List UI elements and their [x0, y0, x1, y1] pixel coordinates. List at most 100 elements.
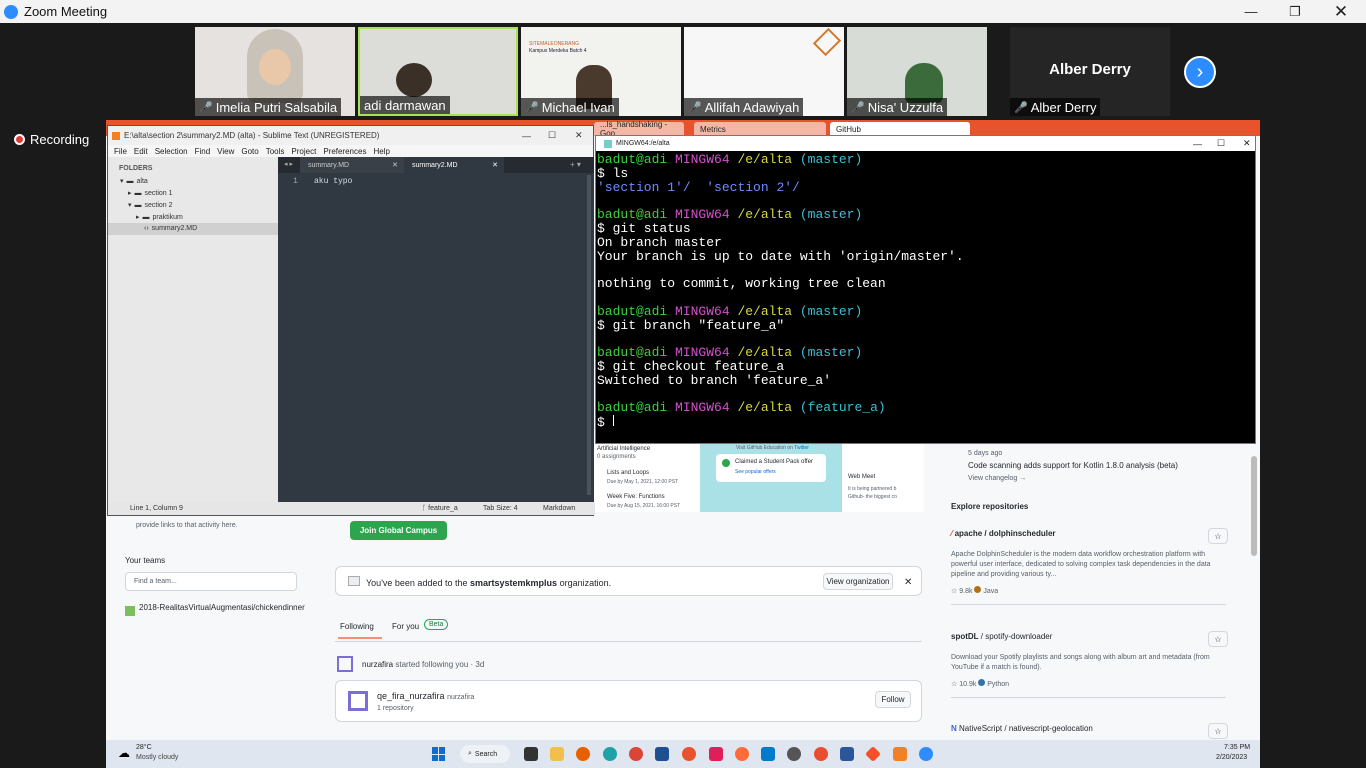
team-link[interactable]: 2018-RealitasVirtualAugmentasi/chickendi…: [139, 602, 309, 614]
folder-item[interactable]: ▾ ▬ section 2: [128, 201, 173, 210]
participant-name: adi darmawan: [360, 96, 450, 114]
editor-tab[interactable]: summary.MD ✕: [300, 157, 404, 173]
participant-tile[interactable]: 🎤 Imelia Putri Salsabila: [195, 27, 355, 116]
git-icon[interactable]: [865, 746, 881, 762]
tab-following[interactable]: Following: [340, 622, 374, 631]
menu-file[interactable]: File: [114, 147, 127, 156]
folder-item[interactable]: ▾ ▬ alta: [120, 177, 148, 186]
app-icon[interactable]: [814, 747, 828, 761]
weather-icon: ☁: [118, 746, 130, 760]
file-item[interactable]: ‹› summary2.MD: [144, 225, 197, 232]
menu-goto[interactable]: Goto: [241, 147, 258, 156]
menu-help[interactable]: Help: [373, 147, 389, 156]
branch-icon: ᚴ: [422, 505, 427, 512]
participant-tile[interactable]: adi darmawan: [358, 27, 518, 116]
participant-tile[interactable]: Alber Derry 🎤 Alber Derry: [1010, 27, 1170, 116]
menu-preferences[interactable]: Preferences: [323, 147, 366, 156]
editor-area[interactable]: ◂ ▸ summary.MD ✕ summary2.MD ✕ + ▾ 1 aku t…: [278, 157, 594, 503]
browser-tab[interactable]: GitHub: [830, 122, 970, 136]
scrollbar[interactable]: [587, 175, 591, 495]
user-card-name[interactable]: qe_fira_nurzafira: [377, 691, 445, 701]
zoom-taskbar-icon[interactable]: [919, 747, 933, 761]
minimize-button[interactable]: —: [522, 131, 531, 141]
clock-date[interactable]: 2/20/2023: [1216, 754, 1247, 761]
view-changelog-link[interactable]: View changelog →: [968, 475, 1026, 482]
sublime-taskbar-icon[interactable]: [893, 747, 907, 761]
close-button[interactable]: ✕: [575, 130, 583, 141]
sublime-titlebar: E:\alta\section 2\summary2.MD (alta) - S…: [108, 126, 593, 145]
view-organization-button[interactable]: View organization: [823, 573, 893, 590]
maximize-button[interactable]: ❐: [1272, 0, 1318, 23]
changelog-entry[interactable]: Code scanning adds support for Kotlin 1.…: [968, 461, 1178, 470]
firefox-icon[interactable]: [576, 747, 590, 761]
menu-edit[interactable]: Edit: [134, 147, 148, 156]
active-tab-underline: [338, 637, 382, 639]
dismiss-icon[interactable]: ✕: [904, 577, 912, 588]
sublime-icon: [112, 131, 120, 140]
chrome-icon[interactable]: [629, 747, 643, 761]
menu-selection[interactable]: Selection: [155, 147, 188, 156]
folder-icon: ▬: [134, 201, 142, 209]
menu-project[interactable]: Project: [291, 147, 316, 156]
folder-item[interactable]: ▸ ▬ praktikum: [136, 213, 183, 222]
menu-view[interactable]: View: [217, 147, 234, 156]
zoom-logo-icon: [4, 4, 18, 19]
star-button[interactable]: ☆: [1208, 723, 1228, 739]
star-button[interactable]: ☆: [1208, 631, 1228, 647]
file-explorer-icon[interactable]: [550, 747, 564, 761]
start-icon[interactable]: [432, 747, 446, 761]
vscode-icon[interactable]: [761, 747, 775, 761]
repo-link[interactable]: N NativeScript / nativescript-geolocatio…: [951, 724, 1093, 733]
tab-size-selector[interactable]: Tab Size: 4: [483, 505, 518, 512]
terminal-window: MINGW64:/e/alta — ☐ ✕ badut@adi MINGW64 …: [595, 135, 1256, 444]
tab-nav-icon[interactable]: ◂ ▸: [284, 160, 293, 168]
participant-tile[interactable]: SITEMALEONERANG Kampus Merdeka Batch 4 🎤…: [521, 27, 681, 116]
browser-tab[interactable]: Metrics: [694, 122, 826, 136]
folder-icon: ▬: [134, 189, 142, 197]
chrome-profile-icon[interactable]: [682, 747, 696, 761]
slack-icon[interactable]: [709, 747, 723, 761]
scrollbar[interactable]: [1251, 456, 1257, 556]
slide-text: Kampus Merdeka Batch 4: [529, 48, 587, 54]
maximize-button[interactable]: ☐: [548, 130, 556, 141]
follow-button[interactable]: Follow: [875, 691, 911, 708]
tab-for-you[interactable]: For you: [392, 622, 419, 631]
divider: [335, 641, 922, 642]
repo-link[interactable]: ⁄ apache / dolphinscheduler: [951, 529, 1056, 538]
close-button[interactable]: ✕: [1318, 0, 1364, 23]
team-search-input[interactable]: Find a team...: [125, 572, 297, 591]
maximize-button[interactable]: ☐: [1217, 138, 1225, 149]
store-icon[interactable]: [655, 747, 669, 761]
browser-tab[interactable]: ...ls_handshaking - Goo: [594, 120, 684, 138]
syntax-selector[interactable]: Markdown: [543, 505, 575, 512]
taskbar-search[interactable]: ⌕ Search: [460, 745, 510, 763]
close-button[interactable]: ✕: [1243, 138, 1251, 149]
next-page-button[interactable]: ›: [1184, 56, 1216, 88]
menu-tools[interactable]: Tools: [266, 147, 285, 156]
participant-video: [905, 63, 943, 103]
editor-tab-active[interactable]: summary2.MD ✕: [404, 157, 504, 173]
popular-offers-link[interactable]: See popular offers: [735, 469, 776, 475]
participant-tile[interactable]: 🎤 Nisa' Uzzulfa: [847, 27, 987, 116]
folder-item[interactable]: ▸ ▬ section 1: [128, 189, 173, 198]
repo-link[interactable]: spotDL / spotify-downloader: [951, 632, 1052, 641]
join-global-campus-button[interactable]: Join Global Campus: [350, 521, 447, 540]
postman-icon[interactable]: [735, 747, 749, 761]
edge-icon[interactable]: [603, 747, 617, 761]
minimize-button[interactable]: —: [1193, 139, 1202, 149]
face: [259, 49, 291, 85]
github-desktop-icon[interactable]: [787, 747, 801, 761]
participant-tile[interactable]: 🎤 Allifah Adawiyah: [684, 27, 844, 116]
terminal-output[interactable]: badut@adi MINGW64 /e/alta (master) $ ls …: [596, 151, 1255, 430]
user-link[interactable]: nurzafira: [362, 660, 393, 669]
new-tab-icon[interactable]: + ▾: [570, 160, 581, 169]
menu-find[interactable]: Find: [195, 147, 211, 156]
file-icon: ‹›: [144, 225, 149, 232]
clock-time[interactable]: 7:35 PM: [1224, 744, 1250, 751]
editor-text[interactable]: aku typo: [314, 177, 352, 186]
star-button[interactable]: ☆: [1208, 528, 1228, 544]
student-pack-card: Visit GitHub Education on Twitter Claime…: [700, 444, 842, 512]
minimize-button[interactable]: —: [1228, 0, 1274, 23]
task-view-icon[interactable]: [524, 747, 538, 761]
notes-icon[interactable]: [840, 747, 854, 761]
